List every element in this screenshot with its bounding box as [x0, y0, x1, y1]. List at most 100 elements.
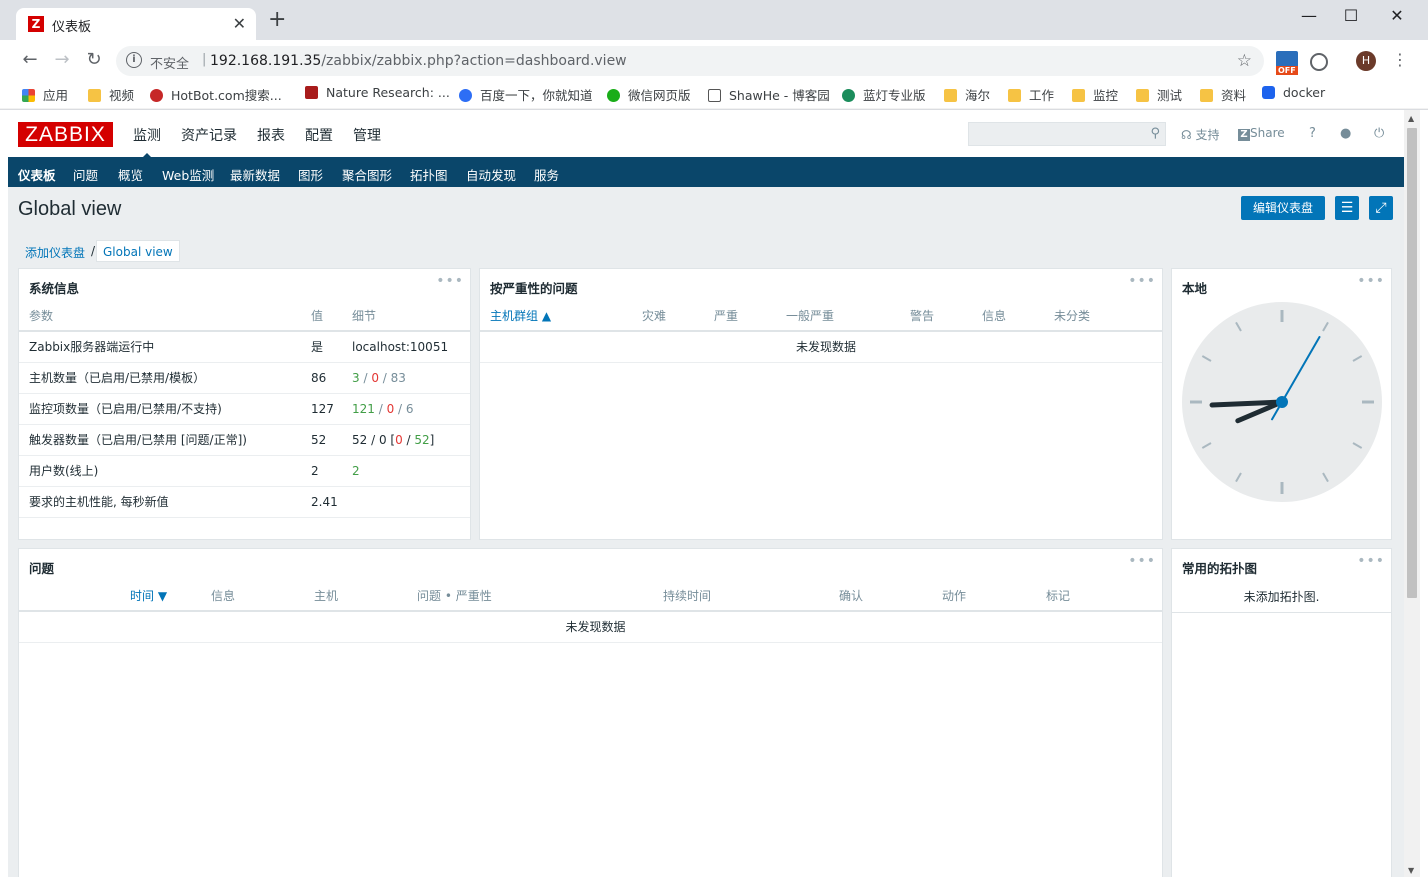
table-header-row: 参数 值 细节 [19, 301, 470, 332]
browser-menu-icon[interactable]: ⋮ [1392, 50, 1408, 69]
scrollbar-thumb[interactable] [1407, 128, 1417, 598]
bookmark-item[interactable]: Nature Research: ... [305, 85, 450, 100]
subnav-overview[interactable]: 概览 [118, 165, 143, 184]
info-icon[interactable]: i [126, 52, 142, 68]
table-row: Zabbix服务器端运行中是 localhost:10051 [19, 331, 470, 363]
page-scrollbar[interactable]: ▲ ▼ [1404, 110, 1420, 877]
widget-menu-icon[interactable]: ••• [1128, 553, 1156, 569]
widget-menu-icon[interactable]: ••• [1357, 273, 1385, 289]
bookmark-label: 视频 [109, 88, 135, 103]
subnav-graphs[interactable]: 图形 [298, 165, 323, 184]
bookmark-label: 测试 [1157, 88, 1183, 103]
scroll-up-icon[interactable]: ▲ [1408, 114, 1414, 123]
help-link[interactable]: ? [1309, 126, 1316, 141]
detail-segment: localhost:10051 [352, 339, 449, 354]
menu-administration[interactable]: 管理 [353, 125, 381, 145]
problems-widget: 问题 ••• 时间 ▼ 信息 主机 问题 • 严重性 持续时间 确认 动作 标记… [18, 548, 1163, 877]
back-icon[interactable]: ← [18, 49, 42, 70]
bookmark-label: 微信网页版 [628, 88, 691, 103]
value-cell: 2 [301, 455, 342, 487]
extension-gauge-icon[interactable] [1310, 53, 1328, 71]
widget-menu-icon[interactable]: ••• [1357, 553, 1385, 569]
tab-strip: Z 仪表板 ✕ + — ☐ ✕ [0, 0, 1428, 40]
menu-reports[interactable]: 报表 [257, 125, 285, 145]
url-text[interactable]: 192.168.191.35/zabbix/zabbix.php?action=… [210, 53, 627, 69]
zabbix-logo[interactable]: ZABBIX [18, 122, 113, 147]
bookmark-label: 海尔 [965, 88, 991, 103]
maximize-icon[interactable]: ☐ [1328, 6, 1374, 25]
breadcrumb-dashboards-link[interactable]: 添加仪表盘 [25, 244, 85, 261]
edit-dashboard-button[interactable]: 编辑仪表盘 [1241, 196, 1325, 220]
share-link[interactable]: Z Share [1238, 126, 1285, 141]
search-input[interactable]: ⚲ [968, 122, 1166, 146]
dashboard-actions-menu-icon[interactable]: ☰ [1335, 196, 1359, 220]
bookmark-item[interactable]: ShawHe - 博客园 [708, 85, 830, 104]
bookmark-item[interactable]: 监控 [1072, 85, 1118, 104]
widget-menu-icon[interactable]: ••• [1128, 273, 1156, 289]
bookmark-item[interactable]: 资料 [1200, 85, 1246, 104]
bookmark-item[interactable]: 测试 [1136, 85, 1182, 104]
address-bar[interactable]: i 不安全 | 192.168.191.35/zabbix/zabbix.php… [116, 46, 1264, 76]
bookmark-item[interactable]: 应用 [22, 85, 68, 104]
browser-toolbar: ← → ↻ i 不安全 | 192.168.191.35/zabbix/zabb… [0, 40, 1428, 80]
subnav-latest-data[interactable]: 最新数据 [230, 165, 280, 184]
bookmark-label: HotBot.com搜索... [171, 88, 282, 103]
subnav-maps[interactable]: 拓扑图 [410, 165, 448, 184]
detail-segment: 3 [352, 370, 360, 385]
param-cell: 主机数量（已启用/已禁用/模板） [19, 362, 301, 394]
col-select [19, 581, 120, 612]
profile-avatar[interactable]: H [1356, 51, 1376, 71]
support-link[interactable]: ☊ 支持 [1181, 126, 1220, 143]
bookmark-item[interactable]: 海尔 [944, 85, 990, 104]
minimize-icon[interactable]: — [1286, 6, 1332, 25]
subnav-screens[interactable]: 聚合图形 [342, 165, 392, 184]
bookmark-item[interactable]: 百度一下，你就知道 [459, 85, 593, 104]
logout-icon[interactable]: ⏻ [1374, 126, 1384, 141]
col-duration: 持续时间 [653, 581, 829, 612]
col-details: 细节 [342, 301, 470, 332]
browser-tab[interactable]: Z 仪表板 ✕ [16, 8, 256, 40]
system-info-table: 参数 值 细节 Zabbix服务器端运行中是 localhost:10051 主机数… [19, 301, 470, 518]
subnav-web[interactable]: Web监测 [162, 165, 214, 184]
new-tab-icon[interactable]: + [268, 9, 286, 31]
fullscreen-icon[interactable]: ⤢ [1369, 196, 1393, 220]
value-cell: 86 [301, 362, 342, 394]
col-warning: 警告 [900, 301, 972, 332]
scroll-down-icon[interactable]: ▼ [1408, 866, 1414, 875]
user-profile-icon[interactable]: ● [1340, 126, 1351, 141]
no-data-text: 未发现数据 [19, 611, 1162, 643]
subnav-discovery[interactable]: 自动发现 [466, 165, 516, 184]
bookmark-item[interactable]: HotBot.com搜索... [150, 85, 282, 104]
menu-configuration[interactable]: 配置 [305, 125, 333, 145]
bookmark-item[interactable]: 工作 [1008, 85, 1054, 104]
breadcrumb-current[interactable]: Global view [96, 240, 180, 262]
col-disaster: 灾难 [632, 301, 704, 332]
search-icon[interactable]: ⚲ [1150, 126, 1160, 141]
detail-segment: / [374, 401, 387, 416]
bookmark-star-icon[interactable]: ☆ [1237, 51, 1252, 71]
param-cell: 用户数(线上) [19, 455, 301, 487]
widget-menu-icon[interactable]: ••• [436, 273, 464, 289]
param-cell: 监控项数量（已启用/已禁用/不支持) [19, 393, 301, 425]
col-host-group[interactable]: 主机群组 ▲ [480, 301, 632, 332]
problems-by-severity-widget: 按严重性的问题 ••• 主机群组 ▲ 灾难 严重 一般严重 警告 信息 未分类 … [479, 268, 1163, 540]
bookmark-item[interactable]: 蓝灯专业版 [842, 85, 926, 104]
table-header-row: 时间 ▼ 信息 主机 问题 • 严重性 持续时间 确认 动作 标记 [19, 581, 1162, 612]
bookmark-item[interactable]: docker [1262, 85, 1325, 100]
reload-icon[interactable]: ↻ [82, 49, 106, 70]
extension-off-icon[interactable]: OFF [1276, 51, 1298, 75]
close-window-icon[interactable]: ✕ [1374, 6, 1420, 25]
col-time[interactable]: 时间 ▼ [120, 581, 201, 612]
bookmark-item[interactable]: 视频 [88, 85, 134, 104]
subnav-dashboard[interactable]: 仪表板 [10, 157, 63, 192]
detail-cell: 121 / 0 / 6 [342, 393, 470, 425]
share-label: Share [1250, 126, 1285, 140]
subnav-problems[interactable]: 问题 [73, 165, 98, 184]
menu-monitoring[interactable]: 监测 [133, 125, 161, 159]
subnav-services[interactable]: 服务 [534, 165, 559, 184]
bookmark-label: Nature Research: ... [326, 85, 450, 100]
menu-inventory[interactable]: 资产记录 [181, 125, 237, 145]
close-tab-icon[interactable]: ✕ [233, 14, 246, 33]
bookmark-item[interactable]: 微信网页版 [607, 85, 691, 104]
forward-icon[interactable]: → [50, 49, 74, 70]
